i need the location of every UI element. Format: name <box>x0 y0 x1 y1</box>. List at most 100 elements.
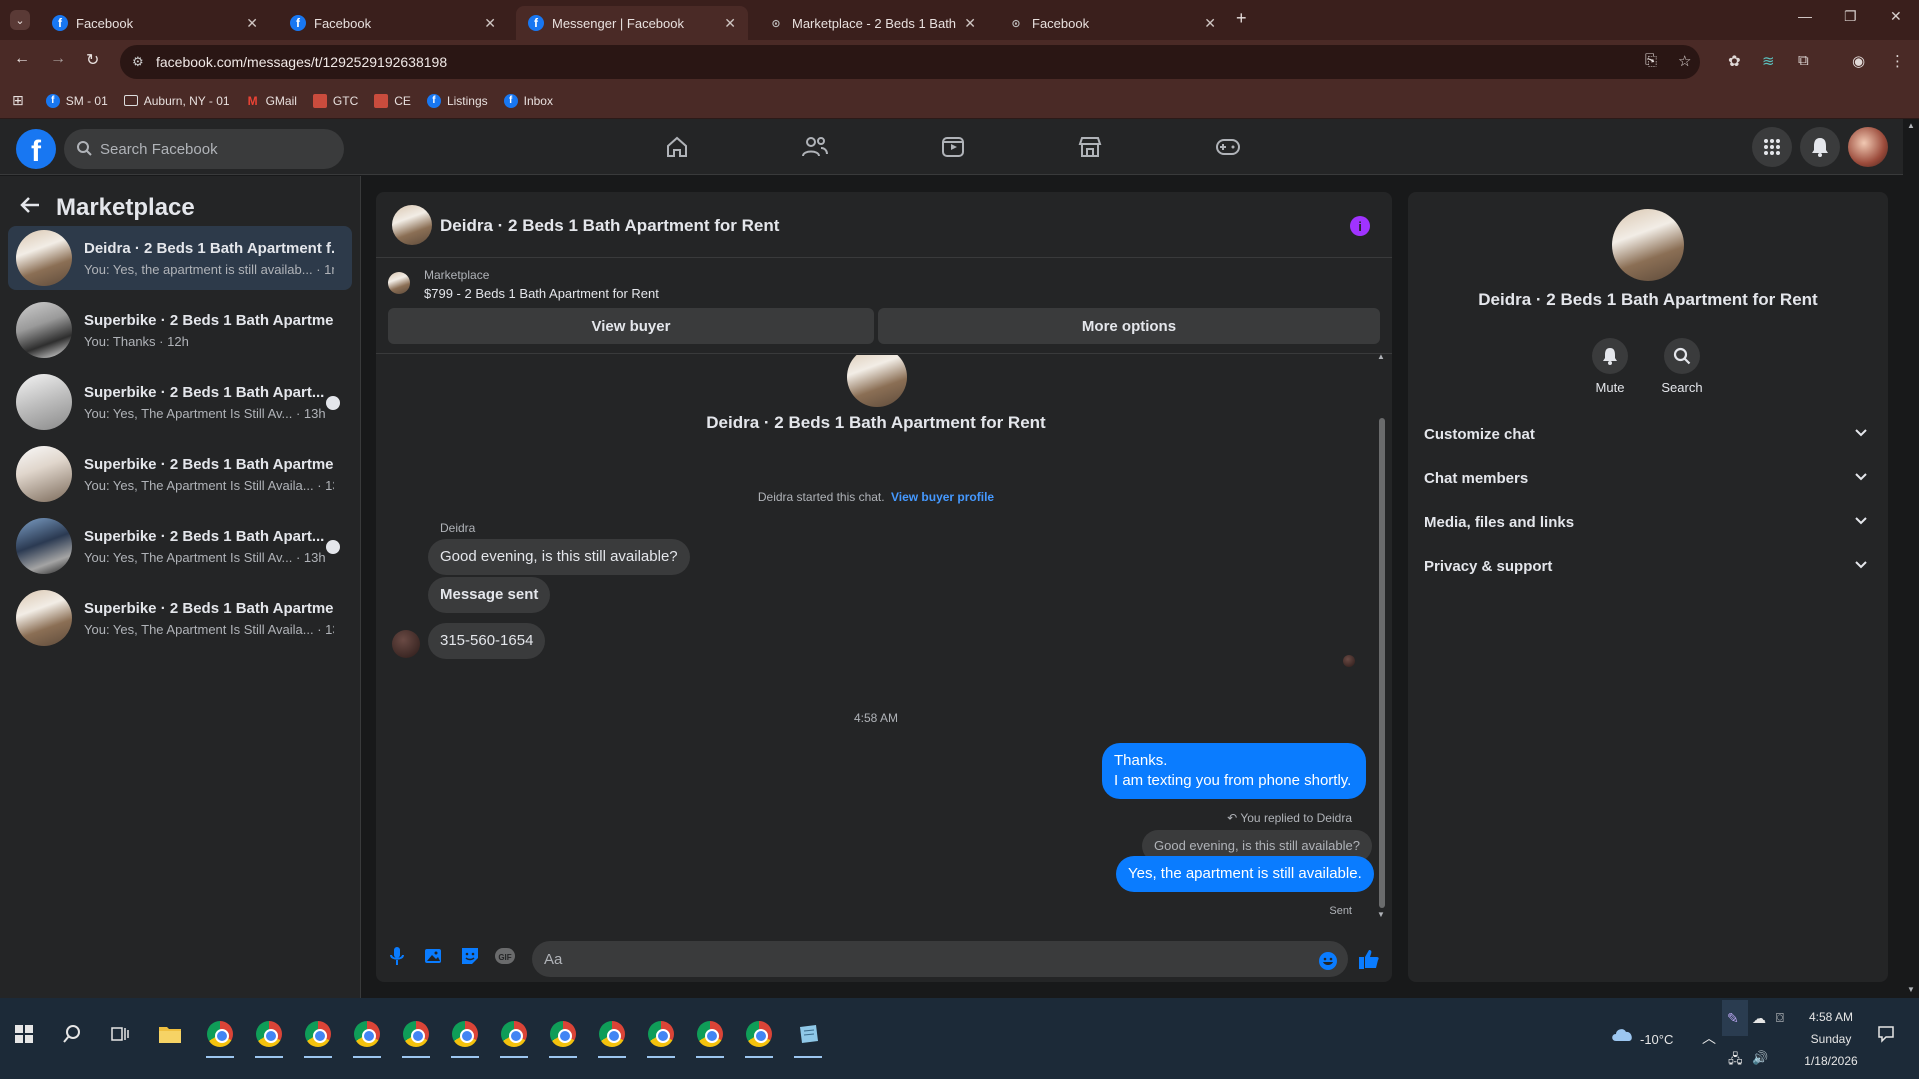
chrome-taskbar-icon[interactable] <box>302 1018 334 1058</box>
conversation-item[interactable]: Superbike · 2 Beds 1 Bath Apartme... You… <box>8 586 352 650</box>
thumbs-up-icon[interactable] <box>1358 948 1380 970</box>
gaming-icon[interactable] <box>1212 131 1244 163</box>
network-icon[interactable]: 🖧 <box>1728 1050 1743 1072</box>
close-tab-icon[interactable]: ✕ <box>246 15 258 32</box>
marketplace-icon[interactable] <box>1074 131 1106 163</box>
message-input[interactable] <box>532 941 1348 977</box>
chrome-taskbar-icon[interactable] <box>449 1018 481 1058</box>
extension-2-icon[interactable]: ≋ <box>1762 52 1775 70</box>
emoji-icon[interactable] <box>1318 951 1338 971</box>
chrome-taskbar-icon[interactable] <box>351 1018 383 1058</box>
account-avatar[interactable] <box>1848 127 1888 167</box>
chat-avatar[interactable] <box>392 205 432 245</box>
notifications-bell-icon[interactable] <box>1800 127 1840 167</box>
chrome-taskbar-icon[interactable] <box>498 1018 530 1058</box>
bookmark-ce[interactable]: CE <box>374 93 411 108</box>
bookmark-auburn[interactable]: Auburn, NY - 01 <box>123 94 230 108</box>
address-bar[interactable]: ⚙ facebook.com/messages/t/12925291926381… <box>120 45 1700 79</box>
forward-arrow-icon[interactable]: → <box>50 50 66 68</box>
chrome-taskbar-icon[interactable] <box>253 1018 285 1058</box>
chrome-taskbar-icon[interactable] <box>694 1018 726 1058</box>
notification-center-icon[interactable] <box>1870 1018 1902 1050</box>
mute-button[interactable]: Mute <box>1580 338 1640 395</box>
media-files-links-section[interactable]: Media, files and links <box>1416 502 1880 542</box>
bookmark-gtc[interactable]: GTC <box>312 93 358 108</box>
browser-menu-icon[interactable]: ⋮ <box>1890 52 1905 70</box>
conversation-item[interactable]: Superbike · 2 Beds 1 Bath Apart... You: … <box>8 514 352 578</box>
file-explorer-icon[interactable] <box>154 1018 186 1050</box>
page-scrollbar[interactable]: ▲ ▼ <box>1903 119 1919 998</box>
close-tab-icon[interactable]: ✕ <box>1204 15 1216 32</box>
webcam-tray-icon[interactable]: ⌼ <box>1776 1010 1784 1026</box>
home-icon[interactable] <box>661 131 693 163</box>
bookmark-gmail[interactable]: M GMail <box>246 94 297 108</box>
install-app-icon[interactable]: ⎘ <box>1645 52 1657 69</box>
facebook-logo-icon[interactable]: f <box>16 129 56 169</box>
view-buyer-profile-link[interactable]: View buyer profile <box>891 490 994 504</box>
incoming-message[interactable]: 315-560-1654 <box>428 623 546 659</box>
conversation-item[interactable]: Superbike · 2 Beds 1 Bath Apartme... You… <box>8 298 352 362</box>
conversation-item-deidra[interactable]: Deidra · 2 Beds 1 Bath Apartment f... Yo… <box>8 226 352 290</box>
sticker-icon[interactable] <box>460 946 480 966</box>
info-icon[interactable]: i <box>1350 216 1370 236</box>
clock-date[interactable]: 1/18/2026 <box>1788 1054 1874 1068</box>
chrome-taskbar-icon[interactable] <box>743 1018 775 1058</box>
more-options-button[interactable]: More options <box>878 308 1380 344</box>
friends-icon[interactable] <box>799 131 831 163</box>
site-settings-icon[interactable]: ⚙ <box>132 54 144 70</box>
chrome-taskbar-icon[interactable] <box>645 1018 677 1058</box>
browser-tab-3[interactable]: f Messenger | Facebook ✕ <box>516 6 748 40</box>
chrome-taskbar-icon[interactable] <box>400 1018 432 1058</box>
new-tab-icon[interactable]: + <box>1236 8 1247 29</box>
outgoing-message[interactable]: Yes, the apartment is still available. <box>1116 856 1374 892</box>
close-tab-icon[interactable]: ✕ <box>484 15 496 32</box>
bookmark-sm-01[interactable]: f SM - 01 <box>45 93 108 108</box>
chat-title[interactable]: Deidra · 2 Beds 1 Bath Apartment for Ren… <box>440 216 779 236</box>
windows-start-icon[interactable] <box>8 1018 40 1050</box>
search-in-chat-button[interactable]: Search <box>1652 338 1712 395</box>
close-window-icon[interactable]: ✕ <box>1890 8 1902 25</box>
conversation-item[interactable]: Superbike · 2 Beds 1 Bath Apartme... You… <box>8 442 352 506</box>
clock-day[interactable]: Sunday <box>1788 1032 1874 1046</box>
privacy-support-section[interactable]: Privacy & support <box>1416 546 1880 586</box>
microphone-icon[interactable] <box>390 946 404 966</box>
browser-tab-1[interactable]: f Facebook ✕ <box>40 6 270 40</box>
extensions-puzzle-icon[interactable]: ⧉ <box>1798 52 1809 69</box>
chrome-taskbar-icon[interactable] <box>204 1018 236 1058</box>
scroll-up-icon[interactable]: ▲ <box>1377 352 1385 361</box>
tab-search-chevron-icon[interactable]: ⌄ <box>10 10 30 30</box>
chrome-taskbar-icon[interactable] <box>596 1018 628 1058</box>
customize-chat-section[interactable]: Customize chat <box>1416 414 1880 454</box>
photo-icon[interactable] <box>424 946 444 966</box>
scrollbar-thumb[interactable] <box>1379 418 1385 908</box>
notepad-taskbar-icon[interactable] <box>792 1018 824 1058</box>
apps-grid-icon[interactable]: ⊞ <box>12 92 24 109</box>
view-buyer-button[interactable]: View buyer <box>388 308 874 344</box>
scroll-down-icon[interactable]: ▼ <box>1377 910 1385 919</box>
chrome-taskbar-icon[interactable] <box>547 1018 579 1058</box>
show-hidden-icons-icon[interactable]: ︿ <box>1702 1028 1716 1048</box>
sender-avatar[interactable] <box>392 630 420 658</box>
video-icon[interactable] <box>937 131 969 163</box>
volume-icon[interactable]: 🔊 <box>1752 1050 1768 1066</box>
close-tab-icon[interactable]: ✕ <box>964 15 976 32</box>
incoming-message[interactable]: Message sent <box>428 577 551 613</box>
listing-title[interactable]: $799 - 2 Beds 1 Bath Apartment for Rent <box>424 286 659 301</box>
reload-icon[interactable]: ↻ <box>86 50 99 70</box>
feather-tray-icon[interactable]: ✎ <box>1727 1010 1739 1027</box>
bookmark-star-icon[interactable]: ☆ <box>1678 52 1691 70</box>
close-tab-icon[interactable]: ✕ <box>724 15 736 32</box>
bookmark-listings[interactable]: f Listings <box>426 93 488 108</box>
browser-tab-4[interactable]: ⊙ Marketplace - 2 Beds 1 Bath Ap ✕ <box>756 6 988 40</box>
back-arrow-icon[interactable]: ← <box>14 50 30 68</box>
browser-tab-2[interactable]: f Facebook ✕ <box>278 6 508 40</box>
onedrive-cloud-icon[interactable]: ☁ <box>1752 1010 1766 1027</box>
scroll-up-icon[interactable]: ▲ <box>1907 121 1915 130</box>
restore-window-icon[interactable]: ❐ <box>1844 8 1857 25</box>
profile-icon[interactable]: ◉ <box>1852 52 1865 70</box>
menu-grid-icon[interactable] <box>1752 127 1792 167</box>
search-icon[interactable] <box>56 1018 88 1050</box>
minimize-window-icon[interactable]: — <box>1798 8 1812 24</box>
outgoing-message[interactable]: Thanks. I am texting you from phone shor… <box>1102 743 1366 799</box>
browser-tab-5[interactable]: ⊙ Facebook ✕ <box>996 6 1228 40</box>
